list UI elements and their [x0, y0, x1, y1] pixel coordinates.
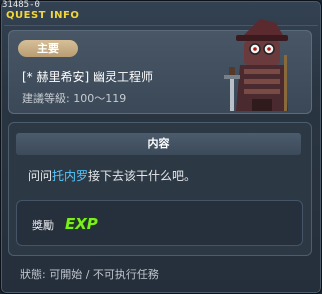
quest-status: 狀態: 可開始 / 不可执行任務: [20, 268, 159, 281]
quest-description: 问问托内罗接下去该干什么吧。: [28, 167, 196, 184]
reward-label: 獎勵: [32, 219, 54, 232]
quest-id-label: 31485-0: [2, 0, 40, 10]
reward-box: [16, 200, 303, 246]
content-header: 内容: [16, 133, 301, 155]
npc-link[interactable]: 托内罗: [52, 169, 88, 183]
description-suffix: 接下去该干什么吧。: [88, 169, 197, 183]
window-title: QUEST INFO: [6, 10, 80, 21]
quest-name: [* 赫里希安] 幽灵工程师: [22, 70, 153, 84]
quest-category-badge: 主要: [18, 40, 78, 57]
description-prefix: 问问: [28, 169, 53, 183]
npc-portrait-icon: [224, 19, 288, 111]
exp-icon: EXP: [64, 214, 98, 233]
exp-icon-text: EXP: [65, 215, 98, 233]
quest-level-range: 建議等級: 100～119: [22, 92, 127, 105]
